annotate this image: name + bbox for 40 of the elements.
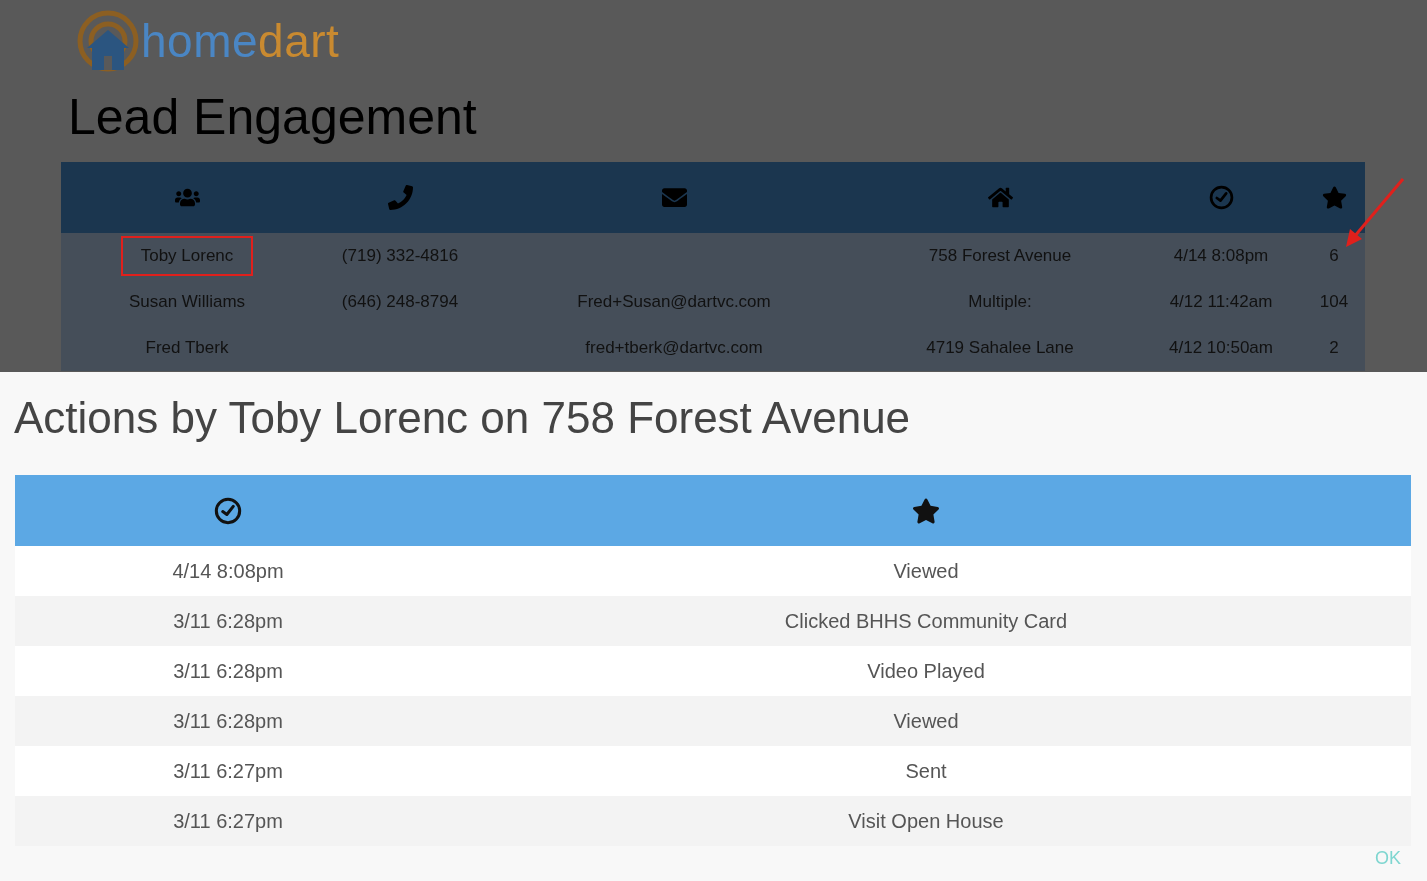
table-cell-text: 2: [1328, 337, 1340, 359]
table-cell-text: Susan Williams: [127, 291, 247, 313]
table-cell-text: 4/12 11:42am: [1168, 291, 1274, 313]
table-cell: Viewed: [893, 709, 959, 733]
table-cell: Viewed: [893, 559, 959, 583]
table-cell-text: Fred+Susan@dartvc.com: [576, 291, 772, 313]
table-cell: 3/11 6:28pm: [173, 659, 283, 683]
table-cell-text: 4719 Sahalee Lane: [925, 337, 1075, 359]
ok-button[interactable]: OK: [1375, 848, 1401, 870]
logo-icon: [77, 10, 139, 72]
page-title: Lead Engagement: [68, 90, 477, 145]
table-cell-text: Multiple:: [967, 291, 1033, 313]
table-cell: Video Played: [867, 659, 985, 683]
table-cell-text: 758 Forest Avenue: [927, 245, 1073, 267]
table-cell: Toby Lorenc: [120, 236, 254, 276]
table-cell-text: (646) 248-8794: [340, 291, 460, 313]
table-cell: 3/11 6:28pm: [173, 609, 283, 633]
table-cell-text: (719) 332-4816: [340, 245, 460, 267]
table-cell-text: 104: [1318, 291, 1350, 313]
star-icon: [912, 496, 940, 525]
clock-icon: [1208, 185, 1234, 210]
table-cell: Clicked BHHS Community Card: [784, 609, 1068, 633]
table-cell: 3/11 6:27pm: [173, 809, 283, 833]
table-cell: 4/14 8:08pm: [172, 559, 284, 583]
table-cell-text: Fred Tberk: [144, 337, 230, 359]
table-cell-text: 4/12 10:50am: [1168, 337, 1274, 359]
star-icon: [1321, 185, 1347, 210]
logo-wordmark: homedart: [141, 18, 340, 64]
house-icon: [987, 185, 1013, 210]
table-cell-text: fred+tberk@dartvc.com: [584, 337, 764, 359]
envelope-icon: [661, 185, 687, 210]
table-cell: 3/11 6:28pm: [173, 709, 283, 733]
dialog-title: Actions by Toby Lorenc on 758 Forest Avenue: [14, 394, 911, 443]
table-cell: Sent: [905, 759, 947, 783]
table-cell: Visit Open House: [848, 809, 1004, 833]
clock-icon: [214, 496, 242, 525]
table-cell-text: 6: [1328, 245, 1340, 267]
table-cell-text: 4/14 8:08pm: [1172, 245, 1270, 267]
phone-icon: [387, 185, 413, 210]
table-cell: 3/11 6:27pm: [173, 759, 283, 783]
